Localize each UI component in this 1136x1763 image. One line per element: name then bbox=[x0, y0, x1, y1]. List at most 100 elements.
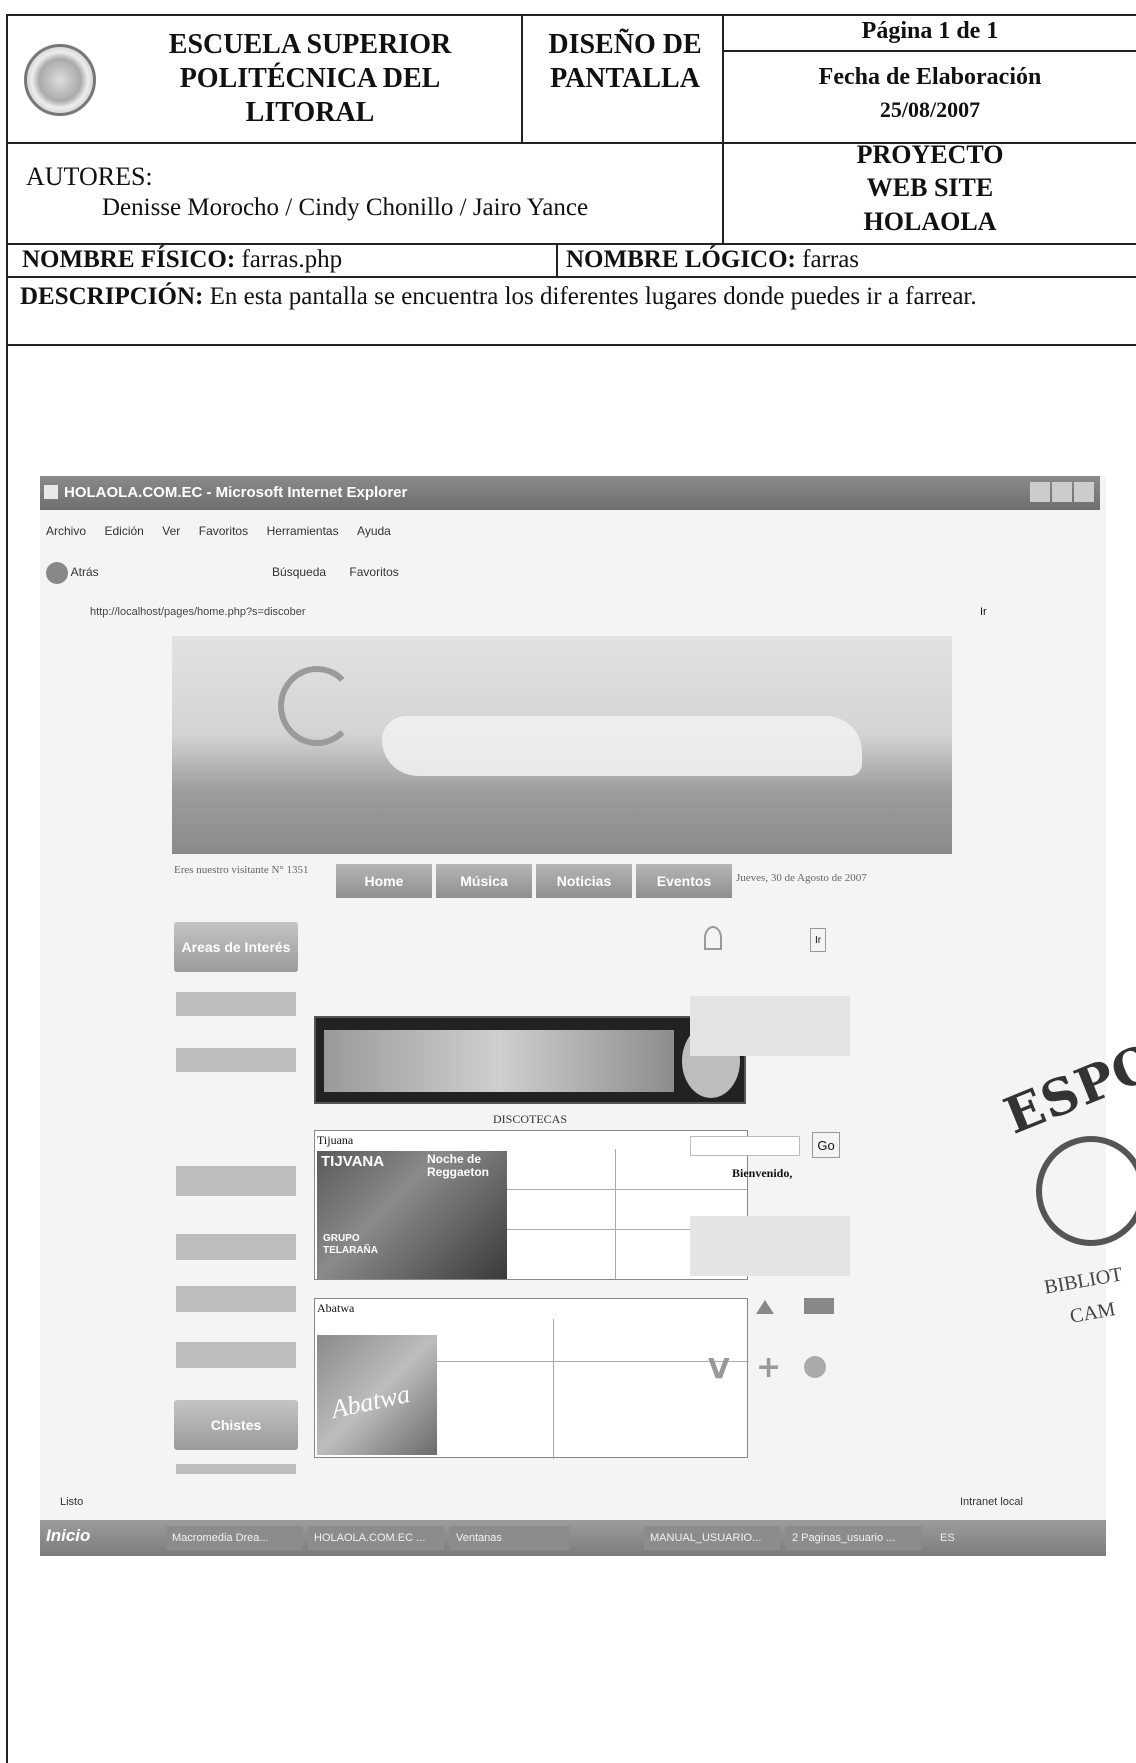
side-menu-item[interactable] bbox=[176, 992, 296, 1016]
venue-poster[interactable]: TIJVANA Noche de Reggaeton GRUPO TELARAÑ… bbox=[317, 1151, 507, 1279]
side-button-chistes[interactable]: Chistes bbox=[174, 1400, 298, 1450]
menu-herramientas[interactable]: Herramientas bbox=[267, 524, 339, 538]
site-banner bbox=[172, 636, 952, 854]
taskbar-item[interactable]: HOLAOLA.COM.EC ... bbox=[308, 1526, 444, 1550]
physical-name-label: NOMBRE FÍSICO: bbox=[22, 246, 236, 273]
welcome-text: Bienvenido, bbox=[732, 1166, 793, 1180]
start-button[interactable]: Inicio bbox=[46, 1526, 146, 1550]
side-menu-item[interactable] bbox=[176, 1286, 296, 1312]
bus-icon bbox=[804, 1298, 834, 1314]
status-left: Listo bbox=[60, 1496, 84, 1508]
description-text: En esta pantalla se encuentra los difere… bbox=[209, 283, 977, 310]
stamp-sub1: BIBLIOT bbox=[1042, 1263, 1125, 1299]
venue-name: Abatwa bbox=[317, 1301, 355, 1315]
discotecas-banner-inner bbox=[324, 1030, 674, 1092]
date-label: Fecha de Elaboración bbox=[818, 64, 1042, 90]
minimize-icon[interactable] bbox=[1030, 482, 1050, 502]
menu-ver[interactable]: Ver bbox=[162, 524, 180, 538]
venue-group: GRUPO TELARAÑA bbox=[323, 1233, 378, 1256]
browser-toolbar: Atrás Búsqueda Favoritos bbox=[46, 562, 399, 584]
back-icon[interactable] bbox=[46, 562, 68, 584]
menu-edicion[interactable]: Edición bbox=[104, 524, 143, 538]
venue-name: Tijuana bbox=[317, 1133, 354, 1147]
venue-logo: TIJVANA bbox=[321, 1153, 385, 1170]
visitor-counter: Eres nuestro visitante N° 1351 bbox=[174, 864, 309, 876]
date-display: Jueves, 30 de Agosto de 2007 bbox=[736, 872, 867, 884]
authors-names: Denisse Morocho / Cindy Chonillo / Jairo… bbox=[102, 194, 589, 221]
nav-eventos[interactable]: Eventos bbox=[636, 864, 732, 898]
side-menu-item[interactable] bbox=[176, 1048, 296, 1072]
venue-promo: Noche de Reggaeton bbox=[427, 1152, 490, 1179]
venue-logo: Abatwa bbox=[328, 1379, 413, 1424]
menu-favoritos[interactable]: Favoritos bbox=[199, 524, 248, 538]
taskbar-item[interactable]: Ventanas bbox=[450, 1526, 570, 1550]
banner-logo bbox=[278, 666, 356, 746]
banner-wave bbox=[382, 716, 862, 776]
close-icon[interactable] bbox=[1074, 482, 1094, 502]
description-label: DESCRIPCIÓN: bbox=[20, 283, 204, 310]
v-icon: V bbox=[708, 1352, 730, 1385]
physical-name-value: farras.php bbox=[241, 246, 343, 273]
circle-icon bbox=[804, 1356, 826, 1378]
project-line3: HOLAOLA bbox=[863, 207, 997, 236]
espol-logo bbox=[24, 44, 96, 116]
nav-noticias[interactable]: Noticias bbox=[536, 864, 632, 898]
authors-label: AUTORES: bbox=[26, 162, 153, 191]
project-line2: WEB SITE bbox=[866, 173, 994, 202]
status-right: Intranet local bbox=[960, 1496, 1023, 1508]
back-button[interactable]: Atrás bbox=[71, 565, 99, 579]
menu-archivo[interactable]: Archivo bbox=[46, 524, 86, 538]
section-title: DISCOTECAS bbox=[492, 1112, 567, 1126]
logical-name-label: NOMBRE LÓGICO: bbox=[566, 246, 796, 273]
date-value: 25/08/2007 bbox=[879, 97, 981, 122]
taskbar-item[interactable]: MANUAL_USUARIO... bbox=[644, 1526, 780, 1550]
right-placeholder bbox=[690, 996, 850, 1056]
logical-name-value: farras bbox=[802, 246, 860, 273]
stamp-text: ESPOL bbox=[996, 1040, 1136, 1146]
ie-icon bbox=[44, 485, 58, 499]
address-value[interactable]: http://localhost/pages/home.php?s=discob… bbox=[90, 606, 306, 618]
browser-screenshot: HOLAOLA.COM.EC - Microsoft Internet Expl… bbox=[40, 476, 1106, 1556]
menu-ayuda[interactable]: Ayuda bbox=[357, 524, 391, 538]
taskbar-item[interactable]: Macromedia Drea... bbox=[166, 1526, 302, 1550]
institution-name: ESCUELA SUPERIOR POLITÉCNICA DEL LITORAL bbox=[168, 29, 452, 128]
browser-title-bar: HOLAOLA.COM.EC - Microsoft Internet Expl… bbox=[40, 476, 1100, 510]
side-menu-item[interactable] bbox=[176, 1166, 296, 1196]
side-menu-item[interactable] bbox=[176, 1234, 296, 1260]
side-button-areas[interactable]: Areas de Interés bbox=[174, 922, 298, 972]
page-number: Página 1 de 1 bbox=[861, 18, 999, 44]
venue-card-abatwa: Abatwa Abatwa bbox=[314, 1298, 749, 1459]
search-button[interactable]: Búsqueda bbox=[272, 565, 326, 579]
search-go-button[interactable]: Go bbox=[812, 1132, 840, 1158]
project-line1: PROYECTO bbox=[856, 140, 1004, 169]
windows-taskbar: Inicio Macromedia Drea... HOLAOLA.COM.EC… bbox=[40, 1520, 1106, 1556]
taskbar-item[interactable]: 2 Paginas_usuario ... bbox=[786, 1526, 922, 1550]
favorites-button[interactable]: Favoritos bbox=[349, 565, 398, 579]
browser-title: HOLAOLA.COM.EC - Microsoft Internet Expl… bbox=[64, 484, 408, 501]
nav-home[interactable]: Home bbox=[336, 864, 432, 898]
document-type: DISEÑO DE PANTALLA bbox=[548, 29, 702, 94]
language-indicator[interactable]: ES bbox=[940, 1532, 955, 1544]
tree-icon bbox=[704, 926, 722, 950]
side-menu-item[interactable] bbox=[176, 1464, 296, 1474]
venue-card-tijuana: Tijuana TIJVANA Noche de Reggaeton GRUPO… bbox=[314, 1130, 748, 1280]
venue-poster[interactable]: Abatwa bbox=[317, 1335, 437, 1455]
plus-icon: + bbox=[756, 1350, 782, 1385]
stamp-sub2: CAM bbox=[1068, 1298, 1118, 1328]
nav-musica[interactable]: Música bbox=[436, 864, 532, 898]
address-go-button[interactable]: Ir bbox=[980, 606, 987, 618]
discotecas-banner bbox=[314, 1016, 746, 1104]
browser-menu-bar: Archivo Edición Ver Favoritos Herramient… bbox=[46, 522, 405, 540]
description: DESCRIPCIÓN: En esta pantalla se encuent… bbox=[20, 280, 1130, 314]
search-input[interactable] bbox=[690, 1136, 800, 1156]
side-menu-item[interactable] bbox=[176, 1342, 296, 1368]
right-go-button[interactable]: Ir bbox=[810, 928, 826, 952]
library-stamp: ESPOL BIBLIOT CAM bbox=[980, 1040, 1136, 1380]
logical-name: NOMBRE LÓGICO: farras bbox=[566, 246, 859, 274]
stamp-seal bbox=[1036, 1136, 1136, 1246]
triangle-icon bbox=[756, 1300, 774, 1314]
address-bar[interactable]: http://localhost/pages/home.php?s=discob… bbox=[90, 606, 870, 626]
physical-name: NOMBRE FÍSICO: farras.php bbox=[22, 246, 342, 274]
right-placeholder bbox=[690, 1216, 850, 1276]
maximize-icon[interactable] bbox=[1052, 482, 1072, 502]
